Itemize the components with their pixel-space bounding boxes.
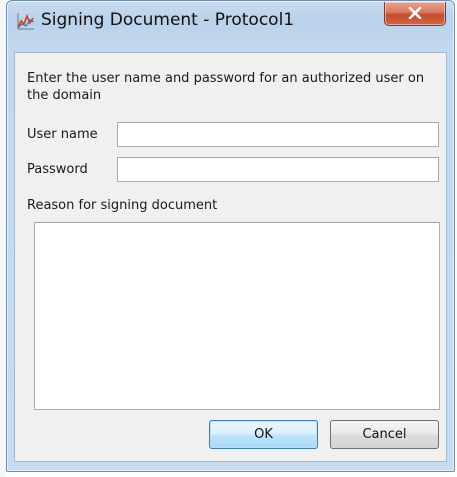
ok-button[interactable]: OK xyxy=(209,420,318,449)
reason-textarea[interactable] xyxy=(34,222,440,410)
chart-icon xyxy=(17,12,35,30)
instructions-text: Enter the user name and password for an … xyxy=(27,71,425,103)
close-icon xyxy=(408,4,422,23)
window-title: Signing Document - Protocol1 xyxy=(41,10,295,30)
username-label: User name xyxy=(27,127,98,142)
close-button[interactable] xyxy=(384,2,446,26)
title-bar[interactable]: Signing Document - Protocol1 xyxy=(7,1,454,43)
reason-label: Reason for signing document xyxy=(27,198,218,213)
password-label: Password xyxy=(27,162,88,177)
cancel-button[interactable]: Cancel xyxy=(330,420,439,449)
username-input[interactable] xyxy=(117,122,439,147)
password-input[interactable] xyxy=(117,157,439,182)
